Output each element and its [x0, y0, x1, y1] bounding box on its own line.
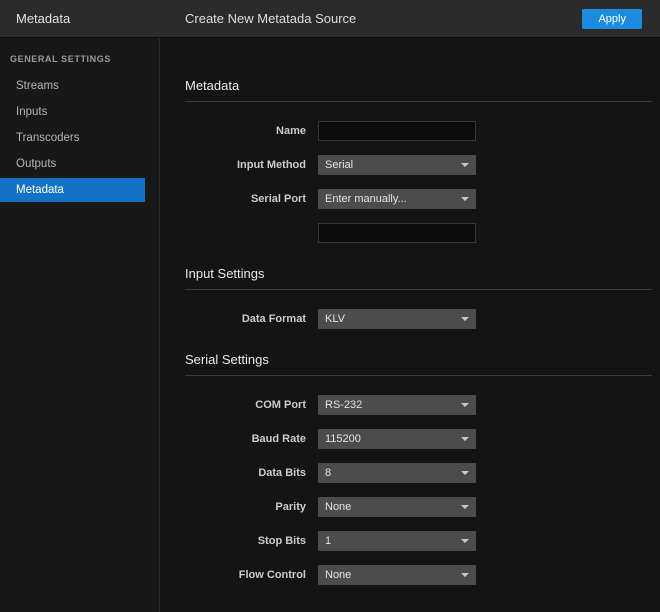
- form-row-com-port: COM Port RS-232: [185, 394, 652, 416]
- field-label: Serial Port: [185, 193, 306, 205]
- section-input-settings: Input Settings Data Format KLV: [185, 266, 652, 330]
- header-bar: Metadata Create New Metatada Source Appl…: [0, 0, 660, 38]
- form-row-input-method: Input Method Serial: [185, 154, 652, 176]
- chevron-down-icon: [461, 163, 469, 167]
- sidebar-item-streams[interactable]: Streams: [0, 74, 145, 98]
- field-label: COM Port: [185, 399, 306, 411]
- field-label: Data Format: [185, 313, 306, 325]
- form-row-parity: Parity None: [185, 496, 652, 518]
- section-title: Input Settings: [185, 266, 652, 281]
- sidebar: GENERAL SETTINGS Streams Inputs Transcod…: [0, 38, 160, 612]
- field-label: Stop Bits: [185, 535, 306, 547]
- form-row-serial-port-manual: [185, 222, 652, 244]
- select-value: None: [325, 501, 351, 513]
- chevron-down-icon: [461, 573, 469, 577]
- select-value: 1: [325, 535, 331, 547]
- parity-select[interactable]: None: [318, 497, 476, 517]
- form-row-data-format: Data Format KLV: [185, 308, 652, 330]
- field-label: Flow Control: [185, 569, 306, 581]
- input-method-select[interactable]: Serial: [318, 155, 476, 175]
- field-label: Name: [185, 125, 306, 137]
- form-row-stop-bits: Stop Bits 1: [185, 530, 652, 552]
- baud-rate-select[interactable]: 115200: [318, 429, 476, 449]
- sidebar-item-transcoders[interactable]: Transcoders: [0, 126, 145, 150]
- section-serial-settings: Serial Settings COM Port RS-232 Baud Rat…: [185, 352, 652, 586]
- sidebar-item-inputs[interactable]: Inputs: [0, 100, 145, 124]
- field-label: Data Bits: [185, 467, 306, 479]
- form-row-baud-rate: Baud Rate 115200: [185, 428, 652, 450]
- sidebar-item-outputs[interactable]: Outputs: [0, 152, 145, 176]
- form-row-data-bits: Data Bits 8: [185, 462, 652, 484]
- form-row-name: Name: [185, 120, 652, 142]
- select-value: Enter manually...: [325, 193, 407, 205]
- data-format-select[interactable]: KLV: [318, 309, 476, 329]
- main-content: Metadata Name Input Method Serial Serial…: [160, 38, 660, 612]
- field-label: Input Method: [185, 159, 306, 171]
- select-value: RS-232: [325, 399, 362, 411]
- select-value: 8: [325, 467, 331, 479]
- section-title: Metadata: [185, 78, 652, 93]
- section-metadata: Metadata Name Input Method Serial Serial…: [185, 78, 652, 244]
- section-divider: [185, 101, 652, 102]
- app-title: Metadata: [0, 11, 160, 26]
- sidebar-item-metadata[interactable]: Metadata: [0, 178, 145, 202]
- stop-bits-select[interactable]: 1: [318, 531, 476, 551]
- section-divider: [185, 375, 652, 376]
- select-value: KLV: [325, 313, 345, 325]
- chevron-down-icon: [461, 437, 469, 441]
- field-label: Baud Rate: [185, 433, 306, 445]
- chevron-down-icon: [461, 505, 469, 509]
- apply-button[interactable]: Apply: [582, 9, 642, 29]
- chevron-down-icon: [461, 471, 469, 475]
- form-row-serial-port: Serial Port Enter manually...: [185, 188, 652, 210]
- chevron-down-icon: [461, 539, 469, 543]
- page-title: Create New Metatada Source: [185, 11, 356, 26]
- select-value: None: [325, 569, 351, 581]
- select-value: 115200: [325, 433, 361, 445]
- chevron-down-icon: [461, 317, 469, 321]
- name-input[interactable]: [318, 121, 476, 141]
- select-value: Serial: [325, 159, 353, 171]
- chevron-down-icon: [461, 197, 469, 201]
- section-title: Serial Settings: [185, 352, 652, 367]
- section-divider: [185, 289, 652, 290]
- flow-control-select[interactable]: None: [318, 565, 476, 585]
- com-port-select[interactable]: RS-232: [318, 395, 476, 415]
- serial-port-manual-input[interactable]: [318, 223, 476, 243]
- serial-port-select[interactable]: Enter manually...: [318, 189, 476, 209]
- sidebar-section-label: GENERAL SETTINGS: [0, 54, 159, 74]
- form-row-flow-control: Flow Control None: [185, 564, 652, 586]
- field-label: Parity: [185, 501, 306, 513]
- chevron-down-icon: [461, 403, 469, 407]
- data-bits-select[interactable]: 8: [318, 463, 476, 483]
